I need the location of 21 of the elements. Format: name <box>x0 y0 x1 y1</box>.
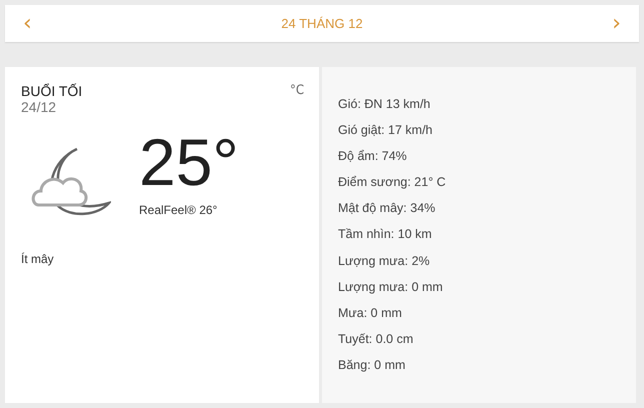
date-title: 24 THÁNG 12 <box>281 16 363 31</box>
detail-text: Mật độ mây: 34% <box>338 200 436 218</box>
detail-text: Lượng mưa: 2% <box>338 252 431 270</box>
next-button[interactable]: › <box>608 12 625 34</box>
realfeel-label: RealFeel® 26° <box>139 203 218 217</box>
previous-button[interactable]: ‹ <box>19 12 36 34</box>
detail-text: Điểm sương: 21° C <box>338 174 447 192</box>
detail-text: Băng: 0 mm <box>338 356 406 374</box>
detail-text: Lượng mưa: 0 mm <box>338 278 444 296</box>
detail-text: Gió giật: 17 km/h <box>338 122 434 140</box>
unit-label: °C <box>290 83 304 100</box>
detail-text: Gió: ĐN 13 km/h <box>338 96 432 113</box>
moon-cloud-icon <box>29 147 111 217</box>
condition-label: Ít mây <box>21 252 55 266</box>
temperature: 25° <box>139 127 239 197</box>
detail-text: Mưa: 0 mm <box>338 304 403 322</box>
date-label: 24/12 <box>21 99 58 115</box>
detail-text: Tuyết: 0.0 cm <box>338 330 414 348</box>
detail-text: Độ ẩm: 74% <box>338 148 408 166</box>
period-title: BUỔI TỐI <box>21 83 82 99</box>
detail-text: Tầm nhìn: 10 km <box>338 226 433 244</box>
